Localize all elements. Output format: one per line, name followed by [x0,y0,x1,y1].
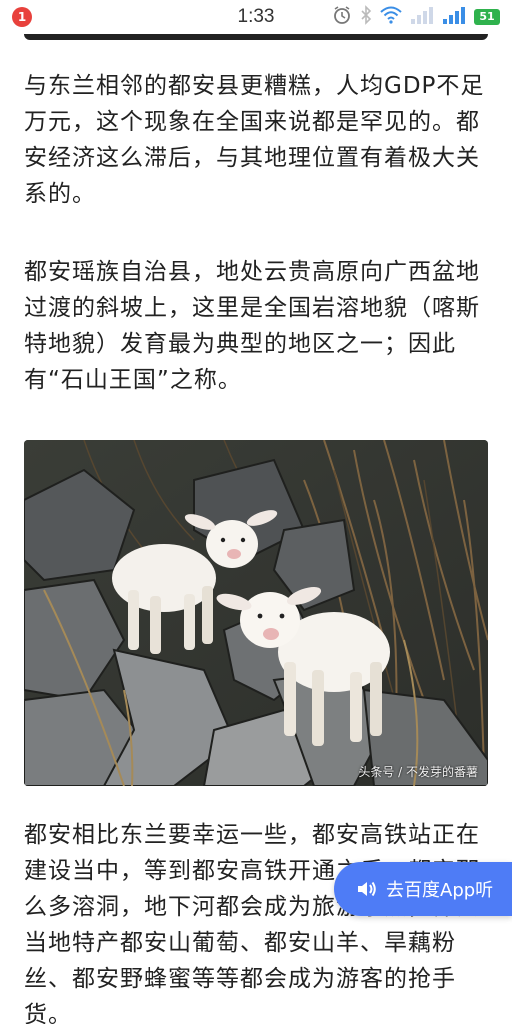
listen-button-label: 去百度App听 [386,880,494,901]
article-paragraph-3: 都安相比东兰要幸运一些，都安高铁站正在建设当中，等到都安高铁开通之后，都安那么多… [24,822,480,1024]
speaker-icon [358,881,376,897]
status-icons: 51 [332,5,500,29]
battery-icon: 51 [474,9,500,25]
listen-in-baidu-app-button[interactable]: 去百度App听 [334,862,512,916]
status-bar: 1 1:33 51 [0,0,512,34]
goats-on-rocks-illustration [24,440,488,786]
alarm-clock-icon [332,5,352,29]
signal-icon [442,6,466,28]
wifi-icon [380,6,402,28]
previous-image-edge [24,34,488,40]
article-image[interactable]: 头条号 / 不发芽的番薯 [24,440,488,786]
image-watermark: 头条号 / 不发芽的番薯 [358,765,478,779]
article-paragraph-1: 与东兰相邻的都安县更糟糕，人均GDP不足万元，这个现象在全国来说都是罕见的。都安… [24,73,485,207]
signal-icon [410,6,434,28]
bluetooth-icon [360,5,372,29]
article-paragraph-2: 都安瑶族自治县，地处云贵高原向广西盆地过渡的斜坡上，这里是全国岩溶地貌（喀斯特地… [24,259,480,393]
